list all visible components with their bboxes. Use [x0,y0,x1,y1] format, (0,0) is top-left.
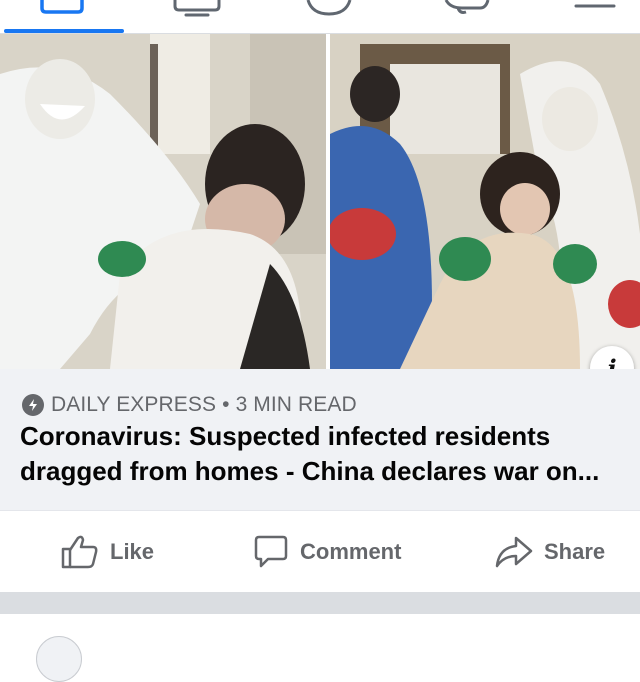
article-headline[interactable]: Coronavirus: Suspected infected resident… [20,419,635,489]
comment-label: Comment [300,539,402,564]
post-action-bar: Like Comment Share [0,510,640,593]
avatar[interactable] [36,636,82,682]
like-label: Like [110,539,155,564]
watch-icon[interactable] [172,0,222,18]
share-label: Share [544,539,606,564]
groups-icon[interactable] [304,0,354,18]
link-preview-caption[interactable]: DAILY EXPRESS • 3 MIN READ Coronavirus: … [0,369,640,510]
menu-icon[interactable] [572,0,618,14]
comment-button[interactable]: Comment [252,535,401,569]
read-time: 3 MIN READ [235,393,357,416]
notifications-icon[interactable] [440,0,490,18]
separator-dot: • [222,393,230,416]
link-preview-image[interactable] [0,34,640,369]
top-nav-bar [0,0,640,34]
thumbs-up-icon [61,535,98,569]
headline-line-2: dragged from homes - China declares war … [20,456,600,486]
share-arrow-icon [495,536,533,568]
video-still-left [0,34,326,369]
headline-line-1: Coronavirus: Suspected infected resident… [20,421,551,451]
comment-icon [254,535,288,568]
next-post-card [0,614,640,682]
source-row: DAILY EXPRESS • 3 MIN READ [22,393,357,417]
instant-article-icon [22,394,44,416]
home-icon[interactable] [36,0,88,16]
like-button[interactable]: Like [60,535,154,569]
source-name: DAILY EXPRESS [51,393,217,416]
share-button[interactable]: Share [494,535,605,569]
video-still-right [330,34,640,369]
feed-separator [0,592,640,614]
